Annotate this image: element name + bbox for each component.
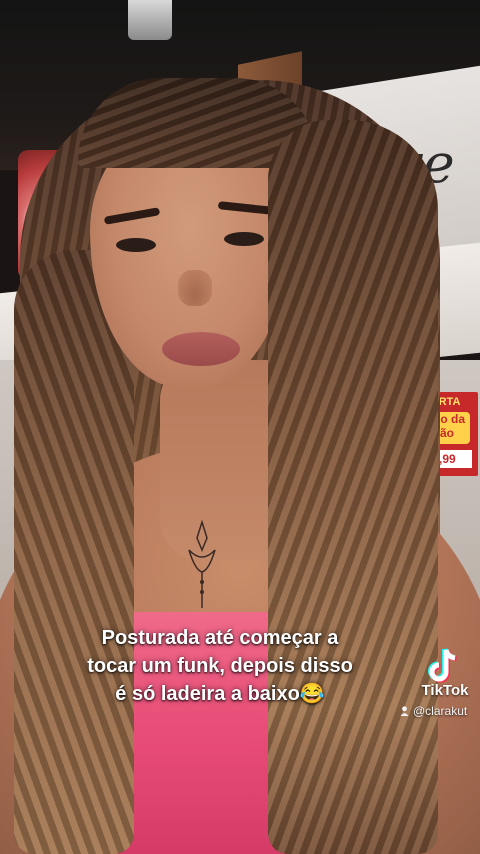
lips [162,332,240,366]
tiktok-username-text: @clarakut [413,704,468,718]
ceiling-light [128,0,172,40]
video-caption: Posturada até começar a tocar um funk, d… [40,624,400,708]
caption-line-3: é só ladeira a baixo😂 [115,683,325,705]
right-eye [224,232,264,246]
caption-line-2: tocar um funk, depois disso [87,655,353,677]
caption-line-1: Posturada até começar a [101,627,339,649]
user-icon [400,706,409,716]
hair-braids-right [268,120,438,854]
nose [178,270,212,306]
tiktok-username: @clarakut [400,704,467,718]
left-eye [116,238,156,252]
tiktok-brand: TikTok [421,682,469,699]
tiktok-logo-icon [428,648,457,683]
video-frame[interactable]: ue OFERTA Bolo da Pão 2,99 Posturada até… [0,0,480,854]
chest-tattoo [188,520,216,608]
